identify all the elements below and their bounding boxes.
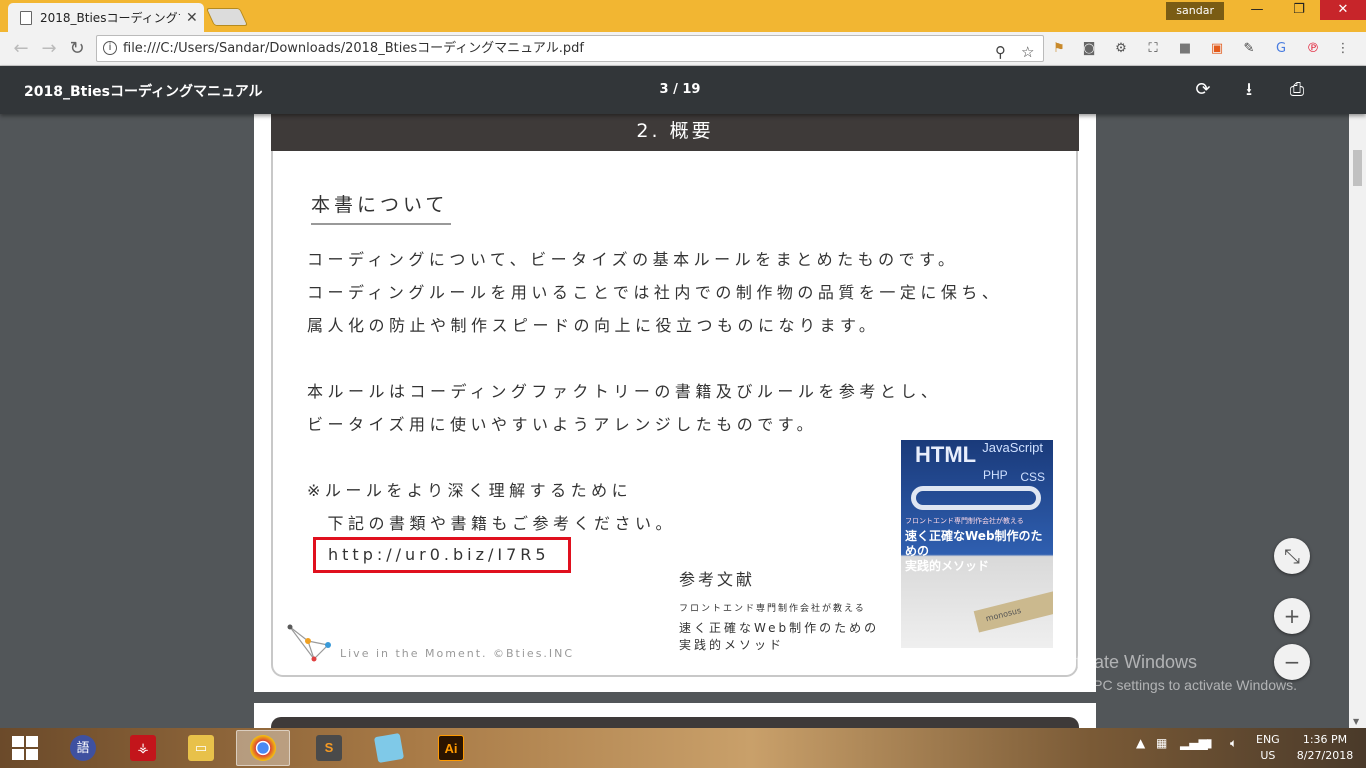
chain-graphic — [911, 486, 1041, 510]
section-title: 本書について — [311, 190, 451, 225]
paragraph-line: 本ルールはコーディングファクトリーの書籍及びルールを参考とし、 — [307, 382, 942, 401]
taskbar-sublime[interactable]: S — [302, 730, 356, 766]
extension-icon[interactable]: ⚑ — [1050, 40, 1068, 58]
reference-subtitle: フロントエンド専門制作会社が教える — [679, 604, 866, 614]
page-indicator: 3 / 19 — [659, 82, 701, 97]
scrollbar-thumb[interactable] — [1353, 150, 1362, 186]
paragraph-line: コーディングルールを用いることでは社内での制作物の品質を一定に保ち、 — [307, 283, 1003, 302]
paragraph-line: コーディングについて、ビータイズの基本ルールをまとめたものです。 — [307, 250, 959, 269]
windows-taskbar: 語 ⚶ ▭ S Ai ▲ ▦ ▂▄▆ ▮ 🔈︎ ENG US 1:36 PM 8… — [0, 728, 1366, 768]
ime-icon: 語 — [70, 735, 96, 761]
reference-book-name: 速く正確なWeb制作のための — [679, 621, 880, 635]
address-bar[interactable]: i file:///C:/Users/Sandar/Downloads/2018… — [96, 35, 1044, 62]
bties-logo-icon — [287, 624, 331, 662]
browser-toolbar: ← → ↻ i file:///C:/Users/Sandar/Download… — [0, 32, 1366, 66]
sublime-icon: S — [316, 735, 342, 761]
new-tab-button[interactable] — [205, 8, 249, 26]
rotate-icon[interactable]: ⟳ — [1191, 78, 1215, 102]
section-header: 2. 概要 — [271, 114, 1079, 151]
fit-page-button[interactable]: ⤡ — [1274, 538, 1310, 574]
paragraph-line: ビータイズ用に使いやすいようアレンジしたものです。 — [307, 415, 818, 434]
zoom-search-icon[interactable]: ⚲ — [995, 40, 1006, 65]
gear-extension-icon[interactable]: ⚙ — [1112, 40, 1130, 58]
keyboard-region: US — [1260, 749, 1276, 762]
volume-icon[interactable]: 🔈︎ — [1230, 736, 1237, 751]
acrobat-icon: ⚶ — [130, 735, 156, 761]
office-icon[interactable]: ▣ — [1208, 40, 1226, 58]
pdf-page: 2. 概要 本書について コーディングについて、ビータイズの基本ルールをまとめた… — [254, 114, 1096, 692]
taskbar-notes[interactable] — [362, 730, 416, 766]
book-cover-html-text: HTML — [915, 442, 977, 467]
folder-icon: ▭ — [188, 735, 214, 761]
book-cover-title-1: 速く正確なWeb制作のための — [905, 529, 1043, 558]
translate-icon[interactable]: G — [1272, 40, 1290, 58]
book-cover-title-2: 実践的メソッド — [905, 559, 990, 573]
back-icon[interactable]: ← — [10, 38, 32, 60]
square-extension-icon[interactable]: ■ — [1176, 40, 1194, 58]
reference-url-link[interactable]: http://ur0.biz/I7R5 — [313, 537, 571, 573]
watermark-subtitle: Go to PC settings to activate Windows. — [1055, 677, 1297, 693]
close-window-button[interactable]: ✕ — [1320, 0, 1366, 20]
reference-title: 参考文献 — [679, 570, 756, 589]
browser-tab[interactable]: 2018_Btiesコーディングマニュ ✕ — [8, 3, 204, 32]
tab-strip: 2018_Btiesコーディングマニュ ✕ sandar — ❐ ✕ — [0, 0, 1366, 32]
book-cover-image: HTML JavaScript PHP CSS フロントエンド専門制作会社が教え… — [901, 440, 1053, 648]
network-adapter-icon[interactable]: ▦ — [1156, 736, 1167, 750]
pdf-title: 2018_Btiesコーディングマニュアル — [24, 84, 263, 100]
book-cover-php-text: PHP — [983, 468, 1008, 482]
minimize-button[interactable]: — — [1240, 0, 1274, 20]
ime-button[interactable]: 語 — [56, 730, 110, 766]
print-icon[interactable]: ⎙ — [1285, 78, 1309, 102]
eyedropper-icon[interactable]: ✎ — [1240, 40, 1258, 58]
reference-book-name: 実践的メソッド — [679, 638, 785, 652]
language-indicator[interactable]: ENG US — [1256, 732, 1280, 764]
info-icon[interactable]: i — [103, 41, 117, 55]
footer-tagline: Live in the Moment. ©Bties.INC — [340, 647, 575, 660]
forward-icon[interactable]: → — [38, 38, 60, 60]
book-cover-title: フロントエンド専門制作会社が教える 速く正確なWeb制作のための 実践的メソッド — [905, 514, 1053, 573]
zoom-in-button[interactable]: + — [1274, 598, 1310, 634]
url-text: file:///C:/Users/Sandar/Downloads/2018_B… — [123, 41, 585, 56]
profile-chip[interactable]: sandar — [1166, 2, 1224, 20]
camera-icon[interactable]: ◙ — [1080, 40, 1098, 58]
notes-icon — [373, 732, 405, 764]
document-icon — [20, 10, 32, 25]
pinterest-icon[interactable]: ℗ — [1304, 40, 1322, 58]
taskbar-acrobat[interactable]: ⚶ — [116, 730, 170, 766]
book-cover-small: フロントエンド専門制作会社が教える — [905, 517, 1024, 525]
book-cover-js-text: JavaScript — [982, 440, 1043, 455]
menu-icon[interactable]: ⋮ — [1334, 40, 1352, 58]
watermark-title: Activate Windows — [1055, 652, 1198, 672]
activation-watermark: Activate Windows Go to PC settings to ac… — [1055, 652, 1297, 693]
screen-capture-icon[interactable]: ⛶ — [1144, 40, 1162, 58]
language-code: ENG — [1256, 733, 1280, 746]
scroll-down-icon[interactable]: ▼ — [1353, 717, 1359, 726]
taskbar-illustrator[interactable]: Ai — [424, 730, 478, 766]
tab-close-button[interactable]: ✕ — [186, 10, 198, 26]
download-icon[interactable]: ⭳ — [1237, 78, 1261, 102]
battery-icon[interactable]: ▮ — [1206, 736, 1213, 750]
bookmark-star-icon[interactable]: ☆ — [1021, 40, 1034, 65]
taskbar-chrome[interactable] — [236, 730, 290, 766]
system-clock[interactable]: 1:36 PM 8/27/2018 — [1290, 732, 1360, 764]
show-hidden-icons[interactable]: ▲ — [1136, 736, 1145, 750]
clock-time: 1:36 PM — [1302, 733, 1348, 746]
taskbar-file-explorer[interactable]: ▭ — [174, 730, 228, 766]
paragraph-line: 属人化の防止や制作スピードの向上に役立つものになります。 — [307, 316, 880, 335]
clock-date: 8/27/2018 — [1296, 749, 1354, 762]
signal-icon[interactable]: ▂▄▆ — [1180, 736, 1208, 750]
vertical-scrollbar[interactable]: ▲ ▼ — [1349, 66, 1366, 728]
tab-title: 2018_Btiesコーディングマニュ — [40, 11, 180, 25]
chrome-icon — [250, 735, 276, 761]
book-cover-ruler: monosus — [973, 589, 1053, 633]
illustrator-icon: Ai — [438, 735, 464, 761]
reload-icon[interactable]: ↻ — [66, 38, 88, 60]
paragraph-line: ※ルールをより深く理解するために — [307, 481, 633, 500]
book-cover-css-text: CSS — [1020, 470, 1045, 484]
pdf-toolbar: 2018_Btiesコーディングマニュアル 3 / 19 ⟳ ⭳ ⎙ — [0, 66, 1366, 114]
maximize-button[interactable]: ❐ — [1282, 0, 1316, 20]
paragraph-line: 下記の書類や書籍もご参考ください。 — [307, 514, 677, 533]
windows-start-icon[interactable] — [12, 736, 38, 760]
